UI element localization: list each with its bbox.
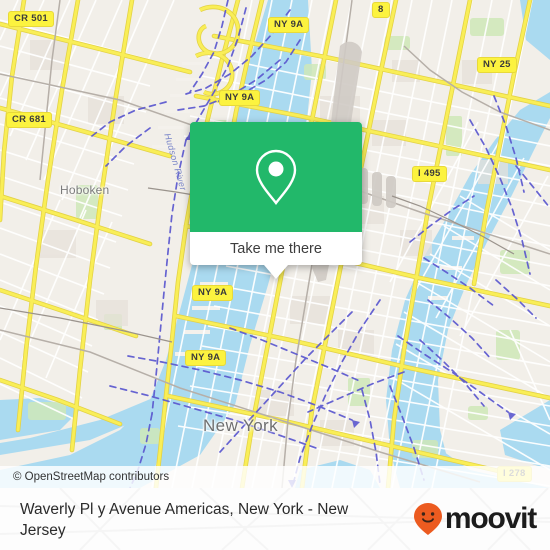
footer-bar: Waverly Pl y Avenue Americas, New York -… [0, 488, 550, 550]
map-canvas[interactable]: CR 501 CR 681 NY 9A NY 9A NY 9A NY 9A 8 … [0, 0, 550, 488]
moovit-logo[interactable]: moovit [413, 502, 537, 536]
take-me-there-label: Take me there [230, 240, 322, 257]
map-shield-8[interactable]: 8 [372, 2, 390, 18]
location-title: Waverly Pl y Avenue Americas, New York -… [20, 501, 349, 539]
place-label-hoboken: Hoboken [60, 183, 110, 197]
map-shield-i-495[interactable]: I 495 [412, 166, 447, 182]
map-shield-ny-9a-2[interactable]: NY 9A [219, 90, 261, 106]
map-popup-card[interactable]: Take me there [190, 122, 362, 279]
popup-action-bar[interactable]: Take me there [190, 232, 362, 265]
map-attribution-bar: © OpenStreetMap contributors [0, 466, 550, 488]
map-pin-icon [255, 149, 297, 205]
moovit-smiley-pin-icon [413, 503, 442, 535]
moovit-wordmark: moovit [444, 502, 537, 535]
map-shield-ny-9a-4[interactable]: NY 9A [185, 350, 227, 366]
osm-attribution-text[interactable]: © OpenStreetMap contributors [0, 471, 169, 483]
map-shield-cr-681[interactable]: CR 681 [6, 112, 53, 128]
popup-pointer-tail [264, 265, 288, 279]
popup-header [190, 122, 362, 232]
map-shield-ny-9a-3[interactable]: NY 9A [192, 285, 234, 301]
map-shield-ny-25[interactable]: NY 25 [477, 57, 517, 73]
moovit-map-screenshot: CR 501 CR 681 NY 9A NY 9A NY 9A NY 9A 8 … [0, 0, 550, 550]
place-label-new-york: New York [203, 416, 279, 435]
map-shield-ny-9a-1[interactable]: NY 9A [268, 17, 310, 33]
map-shield-cr-501[interactable]: CR 501 [8, 11, 55, 27]
